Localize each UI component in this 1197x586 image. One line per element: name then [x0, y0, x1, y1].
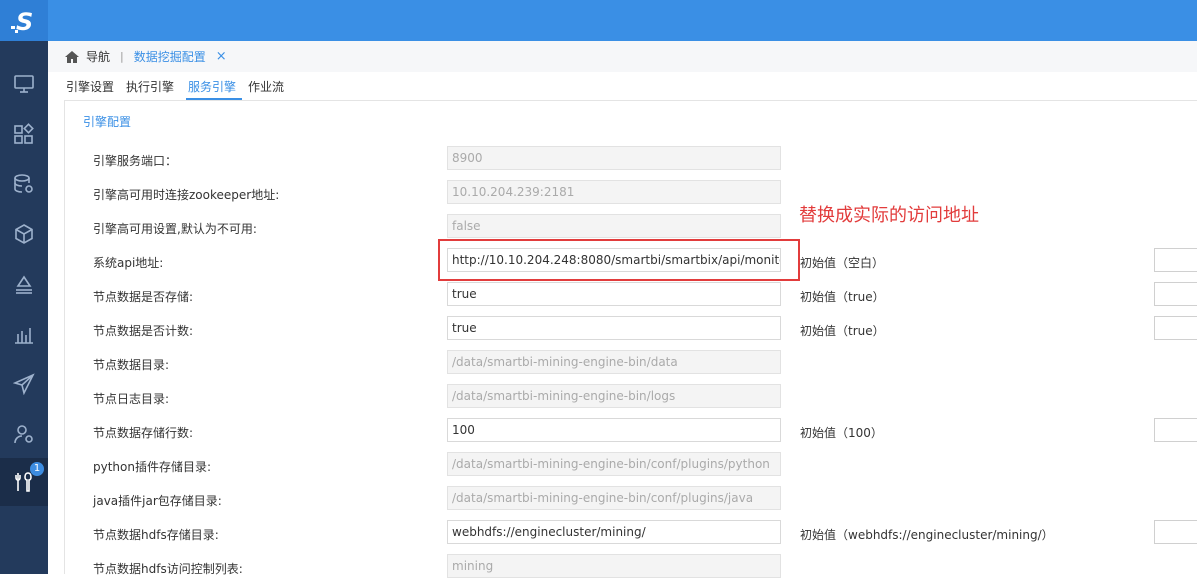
java-plugin-dir-input: /data/smartbi-mining-engine-bin/conf/plu…: [447, 486, 781, 510]
initial-value-text: 初始值（webhdfs://enginecluster/mining/）: [800, 528, 1054, 542]
tab-engine-settings[interactable]: 引擎设置: [66, 78, 120, 100]
config-row: 节点数据目录: /data/smartbi-mining-engine-bin/…: [65, 348, 1197, 382]
monitor-icon: [14, 75, 34, 93]
side-input[interactable]: [1154, 418, 1197, 442]
config-row: 节点数据是否计数: true 初始值（true）: [65, 314, 1197, 348]
config-row: 节点数据存储行数: 100 初始值（100）: [65, 416, 1197, 450]
field-label: python插件存储目录:: [93, 460, 212, 474]
zookeeper-address-input: 10.10.204.239:2181: [447, 180, 781, 204]
app-logo[interactable]: S: [0, 0, 48, 41]
sidebar-item-publish[interactable]: [0, 360, 48, 408]
field-label: 系统api地址:: [93, 256, 164, 270]
section-title: 引擎配置: [83, 115, 132, 129]
breadcrumb-separator: |: [120, 50, 124, 63]
sub-tabs: 引擎设置 执行引擎 服务引擎 作业流: [48, 72, 1197, 100]
database-settings-icon: [14, 174, 33, 193]
sidebar-item-layers[interactable]: [0, 260, 48, 308]
sidebar-item-users[interactable]: [0, 410, 48, 458]
field-label: 节点数据hdfs访问控制列表:: [93, 562, 243, 576]
high-availability-input: false: [447, 214, 781, 238]
annotation-text: 替换成实际的访问地址: [799, 205, 979, 226]
sidebar-item-analysis[interactable]: [0, 310, 48, 358]
initial-value-text: 初始值（true）: [800, 324, 885, 338]
highlight-box: [438, 239, 800, 281]
side-input[interactable]: [1154, 248, 1197, 272]
engine-config-panel: 引擎配置 引擎服务端口： 8900 引擎高可用时连接zookeeper地址: 1…: [64, 100, 1197, 578]
config-row: 节点日志目录: /data/smartbi-mining-engine-bin/…: [65, 382, 1197, 416]
top-bar: [48, 0, 1197, 41]
config-row: 节点数据是否存储: true 初始值（true）: [65, 280, 1197, 314]
sidebar-item-database[interactable]: [0, 160, 48, 208]
paper-plane-icon: [13, 373, 35, 395]
field-label: java插件jar包存储目录:: [93, 494, 222, 508]
config-row: 节点数据hdfs访问控制列表: mining: [65, 552, 1197, 586]
smartbi-logo-icon: S: [11, 8, 33, 35]
hdfs-store-dir-input[interactable]: webhdfs://enginecluster/mining/: [447, 520, 781, 544]
layers-icon: [16, 275, 32, 294]
field-label: 节点数据是否存储:: [93, 290, 194, 304]
home-icon[interactable]: [64, 49, 80, 65]
field-label: 节点数据目录:: [93, 358, 170, 372]
tab-data-mining-config[interactable]: 数据挖掘配置: [134, 48, 206, 65]
field-label: 节点日志目录:: [93, 392, 170, 406]
side-input[interactable]: [1154, 282, 1197, 306]
sidebar-item-model[interactable]: [0, 210, 48, 258]
engine-port-input: 8900: [447, 146, 781, 170]
node-data-dir-input: /data/smartbi-mining-engine-bin/data: [447, 350, 781, 374]
field-label: 引擎高可用时连接zookeeper地址:: [93, 188, 280, 202]
notification-badge: 1: [30, 462, 44, 476]
config-row: python插件存储目录: /data/smartbi-mining-engin…: [65, 450, 1197, 484]
node-log-dir-input: /data/smartbi-mining-engine-bin/logs: [447, 384, 781, 408]
side-input[interactable]: [1154, 520, 1197, 544]
close-tab-icon[interactable]: ×: [216, 49, 227, 64]
field-label: 引擎高可用设置,默认为不可用:: [93, 222, 257, 236]
sidebar: S 1: [0, 0, 48, 574]
initial-value-text: 初始值（空白）: [800, 256, 885, 270]
tab-workflow[interactable]: 作业流: [248, 78, 290, 100]
sidebar-item-apps[interactable]: [0, 110, 48, 158]
field-label: 引擎服务端口：: [93, 154, 178, 168]
field-label: 节点数据hdfs存储目录:: [93, 528, 219, 542]
node-data-count-input[interactable]: true: [447, 316, 781, 340]
hdfs-acl-input: mining: [447, 554, 781, 578]
config-row: 引擎高可用时连接zookeeper地址: 10.10.204.239:2181: [65, 178, 1197, 212]
breadcrumb: 导航 | 数据挖掘配置 ×: [48, 41, 1197, 72]
initial-value-text: 初始值（100）: [800, 426, 883, 440]
python-plugin-dir-input: /data/smartbi-mining-engine-bin/conf/plu…: [447, 452, 781, 476]
user-settings-icon: [14, 425, 33, 444]
bar-chart-icon: [15, 328, 33, 344]
side-input[interactable]: [1154, 316, 1197, 340]
node-data-rows-input[interactable]: 100: [447, 418, 781, 442]
tab-service-engine[interactable]: 服务引擎: [186, 78, 243, 100]
initial-value-text: 初始值（true）: [800, 290, 885, 304]
config-row: 节点数据hdfs存储目录: webhdfs://enginecluster/mi…: [65, 518, 1197, 552]
sidebar-item-monitor[interactable]: [0, 60, 48, 108]
apps-grid-icon: [14, 123, 34, 144]
svg-text:S: S: [16, 8, 33, 35]
cube-icon: [15, 224, 33, 244]
field-label: 节点数据是否计数:: [93, 324, 194, 338]
field-label: 节点数据存储行数:: [93, 426, 194, 440]
tab-execution-engine[interactable]: 执行引擎: [126, 78, 180, 100]
config-row: java插件jar包存储目录: /data/smartbi-mining-eng…: [65, 484, 1197, 518]
breadcrumb-home-label[interactable]: 导航: [86, 48, 110, 65]
sidebar-item-system[interactable]: 1: [0, 458, 48, 506]
config-row: 引擎服务端口： 8900: [65, 144, 1197, 178]
node-data-store-input[interactable]: true: [447, 282, 781, 306]
